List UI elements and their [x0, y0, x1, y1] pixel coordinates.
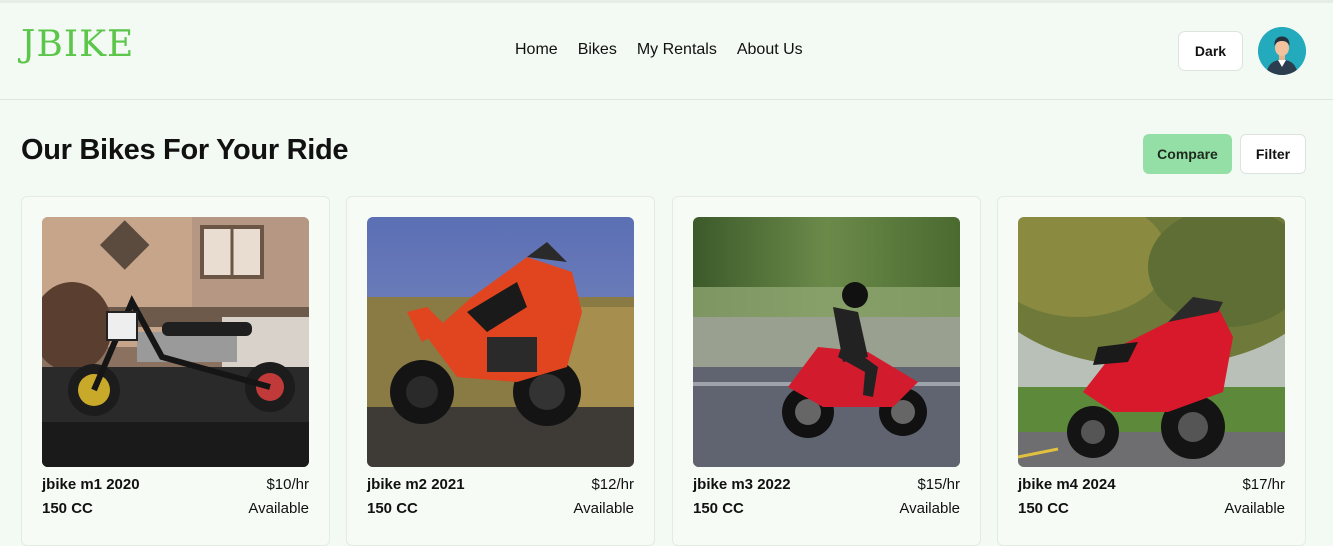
bike-card[interactable]: jbike m2 2021 $12/hr 150 CC Available: [346, 196, 655, 546]
bike-card[interactable]: jbike m1 2020 $10/hr 150 CC Available: [21, 196, 330, 546]
site-header: JBIKE Home Bikes My Rentals About Us Dar…: [0, 3, 1333, 100]
bike-price: $17/hr: [1242, 476, 1285, 493]
bike-name: jbike m1 2020: [42, 476, 140, 493]
bike-card[interactable]: jbike m3 2022 $15/hr 150 CC Available: [672, 196, 981, 546]
bike-price: $12/hr: [591, 476, 634, 493]
bike-engine: 150 CC: [693, 500, 744, 517]
bike-price: $15/hr: [917, 476, 960, 493]
nav-bikes[interactable]: Bikes: [578, 41, 617, 59]
bike-price: $10/hr: [266, 476, 309, 493]
orange-sport-bike-photo: [367, 217, 634, 467]
main-nav: Home Bikes My Rentals About Us: [515, 41, 803, 59]
bike-name: jbike m3 2022: [693, 476, 791, 493]
filter-button[interactable]: Filter: [1240, 134, 1306, 174]
red-bike-rider-photo: [693, 217, 960, 467]
compare-button[interactable]: Compare: [1143, 134, 1232, 174]
bike-status: Available: [573, 500, 634, 517]
bike-engine: 150 CC: [42, 500, 93, 517]
bike-engine: 150 CC: [1018, 500, 1069, 517]
bike-status: Available: [1224, 500, 1285, 517]
bike-name: jbike m2 2021: [367, 476, 465, 493]
bike-card[interactable]: jbike m4 2024 $17/hr 150 CC Available: [997, 196, 1306, 546]
red-touring-bike-photo: [1018, 217, 1285, 467]
nav-home[interactable]: Home: [515, 41, 558, 59]
mini-bike-photo: [42, 217, 309, 467]
nav-about-us[interactable]: About Us: [737, 41, 803, 59]
bike-engine: 150 CC: [367, 500, 418, 517]
theme-toggle-button[interactable]: Dark: [1178, 31, 1243, 71]
bike-status: Available: [248, 500, 309, 517]
bike-name: jbike m4 2024: [1018, 476, 1116, 493]
nav-my-rentals[interactable]: My Rentals: [637, 41, 717, 59]
user-avatar-icon[interactable]: [1258, 27, 1306, 75]
brand-logo[interactable]: JBIKE: [21, 24, 134, 65]
bike-status: Available: [899, 500, 960, 517]
page-title: Our Bikes For Your Ride: [21, 134, 349, 166]
